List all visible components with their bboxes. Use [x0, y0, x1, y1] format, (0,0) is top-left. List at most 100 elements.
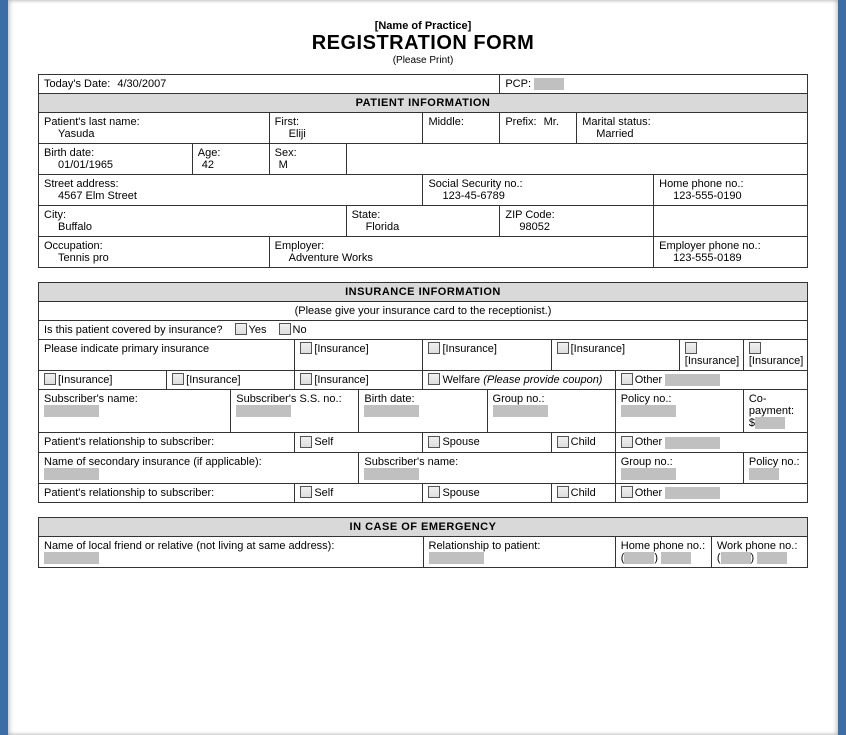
checkbox-no[interactable] [279, 323, 291, 335]
subscriber-name-label-2: Subscriber's name: [364, 456, 609, 468]
middle-name-label: Middle: [428, 116, 494, 128]
zip-value: 98052 [505, 221, 648, 233]
checkbox-welfare[interactable] [428, 373, 440, 385]
checkbox-ins-6[interactable] [44, 373, 56, 385]
emergency-rel-label: Relationship to patient: [429, 540, 610, 552]
checkbox-yes[interactable] [235, 323, 247, 335]
emergency-friend-placeholder [44, 552, 99, 564]
subscriber-birth-placeholder [364, 405, 419, 417]
employer-phone-value: 123-555-0189 [659, 252, 802, 264]
relationship-label: Patient's relationship to subscriber: [39, 433, 295, 452]
group-no-placeholder [493, 405, 548, 417]
primary-insurance-label: Please indicate primary insurance [39, 340, 295, 371]
checkbox-child-1[interactable] [557, 436, 569, 448]
checkbox-spouse-2[interactable] [428, 486, 440, 498]
emergency-home-label: Home phone no.: [621, 540, 706, 552]
subscriber-ssn-placeholder [236, 405, 291, 417]
practice-name: [Name of Practice] [38, 20, 808, 32]
group-no-label-2: Group no.: [621, 456, 738, 468]
employer-value: Adventure Works [275, 252, 648, 264]
policy-no-label: Policy no.: [621, 393, 738, 405]
sex-value: M [275, 159, 341, 171]
document-page: [Name of Practice] REGISTRATION FORM (Pl… [8, 0, 838, 735]
birth-date-label: Birth date: [44, 147, 187, 159]
street-value: 4567 Elm Street [44, 190, 417, 202]
policy-no-placeholder [621, 405, 676, 417]
patient-section-header: PATIENT INFORMATION [39, 94, 808, 113]
checkbox-ins-7[interactable] [172, 373, 184, 385]
street-label: Street address: [44, 178, 417, 190]
checkbox-other-2[interactable] [621, 486, 633, 498]
ssn-value: 123-45-6789 [428, 190, 648, 202]
checkbox-self-2[interactable] [300, 486, 312, 498]
state-label: State: [352, 209, 495, 221]
employer-label: Employer: [275, 240, 648, 252]
emergency-rel-placeholder [429, 552, 484, 564]
today-date-value: 4/30/2007 [113, 78, 166, 90]
home-phone-label: Home phone no.: [659, 178, 802, 190]
group-no-placeholder-2 [621, 468, 676, 480]
relationship-label-2: Patient's relationship to subscriber: [39, 483, 295, 502]
subscriber-name-placeholder [44, 405, 99, 417]
checkbox-ins-2[interactable] [428, 342, 440, 354]
other-rel-placeholder [665, 437, 720, 449]
last-name-value: Yasuda [44, 128, 264, 140]
emergency-friend-label: Name of local friend or relative (not li… [44, 540, 418, 552]
patient-table: Today's Date: 4/30/2007 PCP: PATIENT INF… [38, 74, 808, 268]
sex-label: Sex: [275, 147, 341, 159]
subtitle: (Please Print) [38, 55, 808, 66]
age-label: Age: [198, 147, 264, 159]
occupation-value: Tennis pro [44, 252, 264, 264]
checkbox-child-2[interactable] [557, 486, 569, 498]
subscriber-name-placeholder-2 [364, 468, 419, 480]
document-header: [Name of Practice] REGISTRATION FORM (Pl… [38, 20, 808, 66]
subscriber-ssn-label: Subscriber's S.S. no.: [236, 393, 353, 405]
secondary-insurance-label: Name of secondary insurance (if applicab… [44, 456, 353, 468]
first-name-value: Eliji [275, 128, 418, 140]
today-date-label: Today's Date: [44, 78, 110, 90]
home-phone-value: 123-555-0190 [659, 190, 802, 202]
prefix-value: Mr. [540, 116, 559, 128]
marital-label: Marital status: [582, 116, 802, 128]
insurance-note: (Please give your insurance card to the … [39, 302, 808, 321]
group-no-label: Group no.: [493, 393, 610, 405]
covered-question: Is this patient covered by insurance? [44, 324, 223, 336]
checkbox-self-1[interactable] [300, 436, 312, 448]
checkbox-ins-5[interactable] [749, 342, 761, 354]
city-value: Buffalo [44, 221, 341, 233]
city-label: City: [44, 209, 341, 221]
occupation-label: Occupation: [44, 240, 264, 252]
insurance-table: INSURANCE INFORMATION (Please give your … [38, 282, 808, 503]
policy-no-label-2: Policy no.: [749, 456, 802, 468]
insurance-section-header: INSURANCE INFORMATION [39, 283, 808, 302]
other-rel-placeholder-2 [665, 487, 720, 499]
pcp-placeholder [534, 78, 564, 90]
ssn-label: Social Security no.: [428, 178, 648, 190]
copay-placeholder [755, 417, 785, 429]
zip-label: ZIP Code: [505, 209, 648, 221]
checkbox-ins-8[interactable] [300, 373, 312, 385]
checkbox-other-1[interactable] [621, 436, 633, 448]
subscriber-birth-label: Birth date: [364, 393, 481, 405]
first-name-label: First: [275, 116, 418, 128]
pcp-label: PCP: [505, 78, 531, 90]
checkbox-ins-3[interactable] [557, 342, 569, 354]
marital-value: Married [582, 128, 802, 140]
form-title: REGISTRATION FORM [38, 32, 808, 55]
prefix-label: Prefix: [505, 116, 536, 128]
checkbox-ins-1[interactable] [300, 342, 312, 354]
other-placeholder [665, 374, 720, 386]
secondary-insurance-placeholder [44, 468, 99, 480]
last-name-label: Patient's last name: [44, 116, 264, 128]
copay-label: Co-payment: [749, 393, 802, 417]
subscriber-name-label: Subscriber's name: [44, 393, 225, 405]
checkbox-ins-4[interactable] [685, 342, 697, 354]
employer-phone-label: Employer phone no.: [659, 240, 802, 252]
checkbox-other[interactable] [621, 373, 633, 385]
age-value: 42 [198, 159, 264, 171]
emergency-table: IN CASE OF EMERGENCY Name of local frien… [38, 517, 808, 568]
emergency-work-label: Work phone no.: [717, 540, 802, 552]
checkbox-spouse-1[interactable] [428, 436, 440, 448]
state-value: Florida [352, 221, 495, 233]
policy-no-placeholder-2 [749, 468, 779, 480]
